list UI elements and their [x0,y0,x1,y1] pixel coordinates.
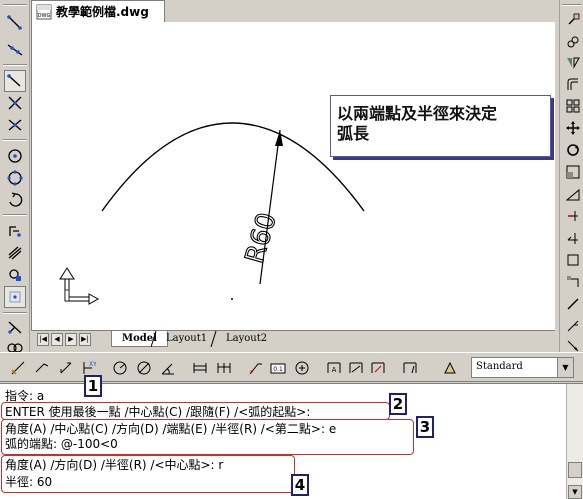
command-scrollbar[interactable]: ▼ [566,384,583,499]
annotation-box-3 [1,419,414,455]
extend-icon[interactable] [563,228,582,248]
spline-icon[interactable] [4,220,26,242]
trim-icon[interactable] [563,206,582,226]
callout-box: 以兩端點及半徑來決定 弧長 [330,95,551,157]
annotation-badge-4: 4 [291,474,309,496]
erase-icon[interactable] [563,10,582,30]
toolbar-grip [3,4,27,6]
arc-length-icon[interactable] [56,358,76,378]
annotation-box-4 [1,455,295,493]
ellipse-arc-icon[interactable] [4,264,26,286]
arc-entity[interactable] [101,122,365,212]
draw-toolbar [0,0,30,353]
autocad-window: DWG 教學範例檔.dwg R60 以兩端點及半徑來決定 弧長 |◀ ◀ ▶ ▶… [0,0,583,499]
radius-dimension[interactable]: R60 [239,129,283,285]
prev-icon: ◀ [54,335,60,343]
baseline-dim-icon[interactable] [190,358,210,378]
chevron-down-icon[interactable]: ▼ [557,358,573,377]
document-tab[interactable]: DWG 教學範例檔.dwg [31,0,165,22]
annotation-badge-1: 1 [84,375,102,397]
offset-icon[interactable] [563,74,582,94]
last-tab-button[interactable]: ▶| [79,333,91,346]
first-tab-button[interactable]: |◀ [37,333,49,346]
scrollbar-thumb[interactable] [568,462,582,478]
annotation-badge-2: 2 [389,393,407,415]
dim-edit-icon[interactable]: A [324,358,344,378]
dim-style-select[interactable]: Standard ▼ [471,357,574,378]
dwg-file-icon: DWG [36,4,52,19]
xline-icon[interactable] [4,39,26,61]
document-title: 教學範例檔.dwg [56,5,149,19]
fillet-icon[interactable] [563,316,582,336]
toolbar-grip [562,4,582,6]
angular-dim-icon[interactable] [158,358,178,378]
toolbar-separator [3,64,27,66]
radius-dim-icon[interactable] [110,358,130,378]
dim-style-value: Standard [476,361,523,372]
insert-block-icon[interactable] [4,316,26,338]
dim-style-icon[interactable] [400,358,420,378]
ucs-icon [59,267,100,305]
svg-text:0.1: 0.1 [273,366,283,373]
rotate-icon[interactable] [563,140,582,160]
ellipse-icon[interactable] [4,242,26,264]
arc-icon[interactable] [4,145,26,167]
circle-icon[interactable] [4,167,26,189]
toolbar-separator [3,214,27,216]
continue-dim-icon[interactable] [214,358,234,378]
callout-line-2: 弧長 [337,124,370,143]
move-icon[interactable] [563,118,582,138]
scale-icon[interactable] [563,162,582,182]
chamfer-icon[interactable] [563,294,582,314]
dim-update-icon[interactable] [368,358,388,378]
prev-tab-button[interactable]: ◀ [51,333,63,346]
svg-text:A: A [332,366,337,374]
annotation-badge-3: 3 [416,416,434,438]
svg-text:XY: XY [89,361,96,368]
center-point [231,298,233,300]
callout-line-1: 以兩端點及半徑來決定 [337,104,498,123]
quick-leader-icon[interactable] [246,358,266,378]
tolerance-icon[interactable]: 0.1 [268,358,288,378]
stretch-icon[interactable] [563,184,582,204]
dim-style-manager-icon[interactable] [440,358,460,378]
toolbar-separator [3,312,27,314]
rectangle-icon[interactable] [4,114,26,136]
polygon-icon[interactable] [4,92,26,114]
scroll-down-icon[interactable]: ▼ [568,485,582,499]
drawing-svg: R60 [59,122,365,305]
linear-dim-icon[interactable] [8,358,28,378]
modify-toolbar [559,0,583,352]
dimension-text: R60 [240,209,283,266]
point-icon[interactable] [4,286,26,308]
toolbar-separator [3,139,27,141]
next-icon: ▶ [68,335,74,343]
array-icon[interactable] [563,96,582,116]
dim-text-edit-icon[interactable] [346,358,366,378]
next-tab-button[interactable]: ▶ [65,333,77,346]
break-icon[interactable] [563,250,582,270]
annotation-box-2 [1,402,390,420]
last-icon: ▶| [81,335,89,343]
line-icon[interactable] [4,12,26,34]
tab-dividers [151,331,217,347]
polyline-icon[interactable] [4,70,26,92]
center-mark-icon[interactable] [292,358,312,378]
first-icon: |◀ [39,335,47,343]
dwg-icon-label: DWG [38,13,51,19]
tab-layout2[interactable]: Layout2 [216,331,277,347]
mirror-icon[interactable] [563,52,582,72]
copy-icon[interactable] [563,32,582,52]
aligned-dim-icon[interactable] [32,358,52,378]
join-icon[interactable] [563,272,582,292]
drawing-area[interactable]: R60 以兩端點及半徑來決定 弧長 [31,22,555,330]
diameter-dim-icon[interactable] [134,358,154,378]
layout-tab-bar: |◀ ◀ ▶ ▶| Model Layout1 Layout2 [31,330,555,348]
cloud-icon[interactable] [4,189,26,211]
